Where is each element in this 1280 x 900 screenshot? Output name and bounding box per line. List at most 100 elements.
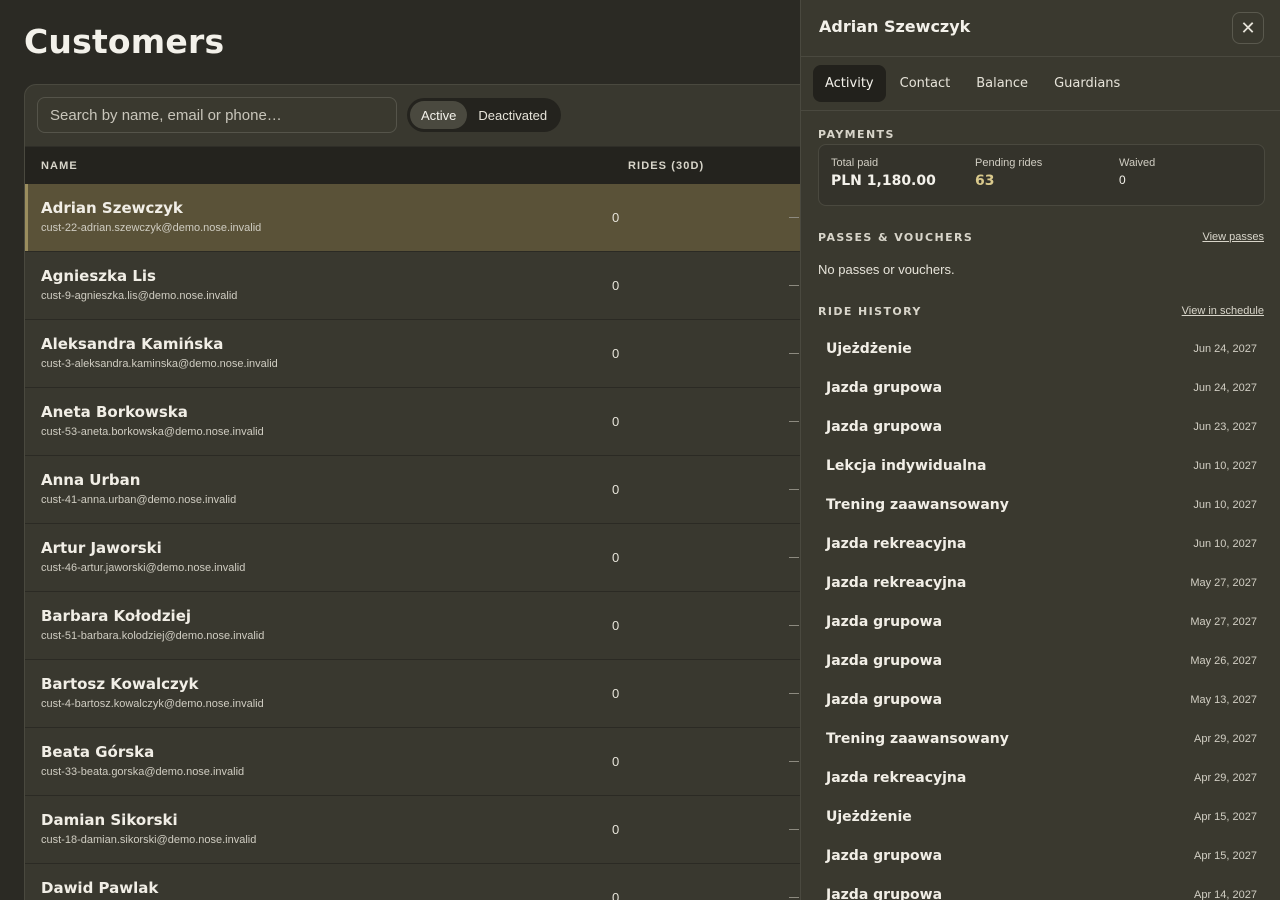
waived-value: 0 [1119, 173, 1126, 187]
payments-section-label: PAYMENTS [818, 128, 895, 141]
empty-value-dash [789, 557, 799, 558]
tab-contact[interactable]: Contact [888, 65, 963, 102]
customer-email: cust-9-agnieszka.lis@demo.nose.invalid [41, 290, 238, 302]
waived-label: Waived [1119, 157, 1156, 169]
search-input[interactable] [37, 97, 397, 133]
list-item[interactable]: Jazda grupowa May 26, 2027 [818, 642, 1265, 681]
list-item[interactable]: Lekcja indywidualna Jun 10, 2027 [818, 447, 1265, 486]
customer-rows: Adrian Szewczyk cust-22-adrian.szewczyk@… [25, 184, 823, 900]
table-row[interactable]: Beata Górska cust-33-beata.gorska@demo.n… [25, 728, 823, 796]
list-item[interactable]: Ujeżdżenie Jun 24, 2027 [818, 330, 1265, 369]
customer-name: Anna Urban [41, 471, 141, 489]
empty-value-dash [789, 353, 799, 354]
customer-name: Artur Jaworski [41, 539, 162, 557]
empty-value-dash [789, 285, 799, 286]
ride-date: Jun 24, 2027 [1193, 343, 1257, 355]
customer-email: cust-46-artur.jaworski@demo.nose.invalid [41, 562, 246, 574]
table-row[interactable]: Aneta Borkowska cust-53-aneta.borkowska@… [25, 388, 823, 456]
list-item[interactable]: Jazda rekreacyjna Jun 10, 2027 [818, 525, 1265, 564]
ride-title: Jazda grupowa [826, 848, 943, 864]
table-row[interactable]: Barbara Kołodziej cust-51-barbara.kolodz… [25, 592, 823, 660]
view-in-schedule-link[interactable]: View in schedule [1182, 305, 1264, 317]
page-title: Customers [24, 22, 225, 61]
customer-email: cust-3-aleksandra.kaminska@demo.nose.inv… [41, 358, 278, 370]
empty-value-dash [789, 693, 799, 694]
table-row[interactable]: Anna Urban cust-41-anna.urban@demo.nose.… [25, 456, 823, 524]
customer-rides: 0 [612, 686, 620, 701]
list-item[interactable]: Jazda grupowa Apr 15, 2027 [818, 837, 1265, 876]
table-row[interactable]: Artur Jaworski cust-46-artur.jaworski@de… [25, 524, 823, 592]
ride-date: May 26, 2027 [1190, 655, 1257, 667]
ride-title: Trening zaawansowany [826, 731, 1009, 747]
list-item[interactable]: Jazda grupowa May 13, 2027 [818, 681, 1265, 720]
list-item[interactable]: Jazda rekreacyjna Apr 29, 2027 [818, 759, 1265, 798]
ride-title: Ujeżdżenie [826, 341, 912, 357]
payments-card: Total paid PLN 1,180.00 Pending rides 63… [818, 144, 1265, 206]
table-header: NAME RIDES (30D) [25, 146, 823, 184]
pending-rides-label: Pending rides [975, 157, 1043, 169]
ride-history-section-label: RIDE HISTORY [818, 305, 922, 318]
list-item[interactable]: Jazda grupowa Jun 24, 2027 [818, 369, 1265, 408]
ride-title: Jazda grupowa [826, 653, 943, 669]
customer-name: Beata Górska [41, 743, 155, 761]
tab-activity[interactable]: Activity [813, 65, 886, 102]
customer-email: cust-53-aneta.borkowska@demo.nose.invali… [41, 426, 264, 438]
column-header-name[interactable]: NAME [41, 160, 78, 172]
table-row[interactable]: Agnieszka Lis cust-9-agnieszka.lis@demo.… [25, 252, 823, 320]
pending-rides-value: 63 [975, 173, 995, 189]
ride-date: Jun 10, 2027 [1193, 538, 1257, 550]
list-item[interactable]: Jazda grupowa Apr 14, 2027 [818, 876, 1265, 900]
ride-date: Jun 10, 2027 [1193, 499, 1257, 511]
list-item[interactable]: Trening zaawansowany Jun 10, 2027 [818, 486, 1265, 525]
ride-title: Jazda grupowa [826, 887, 943, 900]
empty-value-dash [789, 489, 799, 490]
list-toolbar: Active Deactivated [25, 85, 823, 146]
tab-guardians[interactable]: Guardians [1042, 65, 1132, 102]
ride-history-list: Ujeżdżenie Jun 24, 2027 Jazda grupowa Jun … [818, 330, 1265, 900]
filter-deactivated-button[interactable]: Deactivated [467, 101, 558, 129]
passes-empty-text: No passes or vouchers. [818, 262, 955, 277]
waived: Waived 0 [1119, 157, 1155, 187]
customer-name: Adrian Szewczyk [41, 199, 183, 217]
customer-name: Agnieszka Lis [41, 267, 156, 285]
customer-email: cust-18-damian.sikorski@demo.nose.invali… [41, 834, 257, 846]
column-header-rides[interactable]: RIDES (30D) [628, 160, 704, 172]
table-row[interactable]: Adrian Szewczyk cust-22-adrian.szewczyk@… [25, 184, 823, 252]
pending-rides: Pending rides 63 [975, 157, 1042, 189]
tab-balance[interactable]: Balance [964, 65, 1040, 102]
empty-value-dash [789, 829, 799, 830]
ride-date: Jun 23, 2027 [1193, 421, 1257, 433]
list-item[interactable]: Jazda rekreacyjna May 27, 2027 [818, 564, 1265, 603]
customer-rides: 0 [612, 414, 620, 429]
ride-date: May 13, 2027 [1190, 694, 1257, 706]
customer-rides: 0 [612, 346, 620, 361]
list-item[interactable]: Trening zaawansowany Apr 29, 2027 [818, 720, 1265, 759]
status-filter: Active Deactivated [407, 98, 562, 132]
ride-date: Apr 15, 2027 [1194, 850, 1257, 862]
table-row[interactable]: Bartosz Kowalczyk cust-4-bartosz.kowalcz… [25, 660, 823, 728]
total-paid-label: Total paid [831, 157, 879, 169]
total-paid-value: PLN 1,180.00 [831, 173, 936, 189]
ride-date: Apr 15, 2027 [1194, 811, 1257, 823]
close-button[interactable]: ✕ [1232, 12, 1264, 44]
ride-title: Jazda grupowa [826, 692, 943, 708]
customer-rides: 0 [612, 278, 620, 293]
filter-active-button[interactable]: Active [410, 101, 468, 129]
table-row[interactable]: Dawid Pawlak 0 [25, 864, 823, 900]
customer-name: Bartosz Kowalczyk [41, 675, 199, 693]
customer-email: cust-22-adrian.szewczyk@demo.nose.invali… [41, 222, 262, 234]
list-item[interactable]: Ujeżdżenie Apr 15, 2027 [818, 798, 1265, 837]
customer-name: Damian Sikorski [41, 811, 178, 829]
customer-rides: 0 [612, 618, 620, 633]
customer-email: cust-51-barbara.kolodziej@demo.nose.inva… [41, 630, 265, 642]
list-item[interactable]: Jazda grupowa Jun 23, 2027 [818, 408, 1265, 447]
table-row[interactable]: Damian Sikorski cust-18-damian.sikorski@… [25, 796, 823, 864]
ride-title: Jazda grupowa [826, 419, 943, 435]
list-item[interactable]: Jazda grupowa May 27, 2027 [818, 603, 1265, 642]
view-passes-link[interactable]: View passes [1202, 231, 1264, 243]
table-row[interactable]: Aleksandra Kamińska cust-3-aleksandra.ka… [25, 320, 823, 388]
customer-email: cust-4-bartosz.kowalczyk@demo.nose.inval… [41, 698, 264, 710]
ride-date: May 27, 2027 [1190, 577, 1257, 589]
customer-email: cust-41-anna.urban@demo.nose.invalid [41, 494, 237, 506]
customer-name: Barbara Kołodziej [41, 607, 192, 625]
